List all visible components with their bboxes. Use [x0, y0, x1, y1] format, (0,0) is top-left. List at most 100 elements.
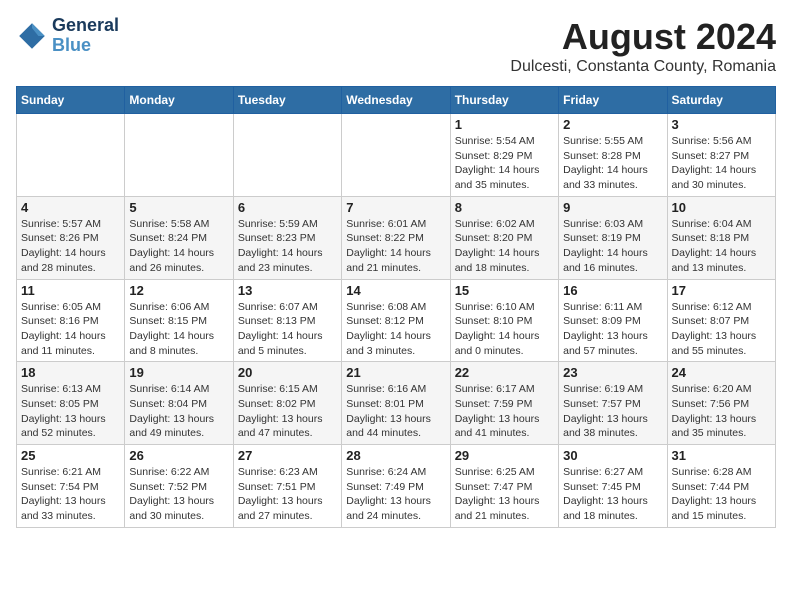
weekday-header-friday: Friday — [559, 87, 667, 114]
calendar-cell: 27 Sunrise: 6:23 AM Sunset: 7:51 PM Dayli… — [233, 445, 341, 528]
calendar-cell: 14 Sunrise: 6:08 AM Sunset: 8:12 PM Dayli… — [342, 279, 450, 362]
day-info: Sunrise: 6:06 AM Sunset: 8:15 PM Dayligh… — [129, 300, 228, 359]
calendar-cell: 7Sunrise: 6:01 AM Sunset: 8:22 PM Daylig… — [342, 196, 450, 279]
calendar-body: 1Sunrise: 5:54 AM Sunset: 8:29 PM Daylig… — [17, 114, 776, 528]
day-info: Sunrise: 5:57 AM Sunset: 8:26 PM Dayligh… — [21, 217, 120, 276]
calendar-cell: 21Sunrise: 6:16 AM Sunset: 8:01 PM Dayli… — [342, 362, 450, 445]
week-row-1: 1Sunrise: 5:54 AM Sunset: 8:29 PM Daylig… — [17, 114, 776, 197]
day-info: Sunrise: 6:08 AM Sunset: 8:12 PM Dayligh… — [346, 300, 445, 359]
day-info: Sunrise: 6:02 AM Sunset: 8:20 PM Dayligh… — [455, 217, 554, 276]
calendar-cell: 13Sunrise: 6:07 AM Sunset: 8:13 PM Dayli… — [233, 279, 341, 362]
calendar-cell: 16 Sunrise: 6:11 AM Sunset: 8:09 PM Dayli… — [559, 279, 667, 362]
logo-text: General Blue — [52, 16, 119, 56]
day-number: 27 — [238, 448, 337, 463]
day-number: 11 — [21, 283, 120, 298]
week-row-4: 18 Sunrise: 6:13 AM Sunset: 8:05 PM Dayli… — [17, 362, 776, 445]
day-info: Sunrise: 6:13 AM Sunset: 8:05 PM Dayligh… — [21, 382, 120, 441]
day-info: Sunrise: 6:04 AM Sunset: 8:18 PM Dayligh… — [672, 217, 771, 276]
day-info: Sunrise: 6:28 AM Sunset: 7:44 PM Dayligh… — [672, 465, 771, 524]
day-number: 24 — [672, 365, 771, 380]
calendar-cell: 10 Sunrise: 6:04 AM Sunset: 8:18 PM Dayli… — [667, 196, 775, 279]
day-info: Sunrise: 6:12 AM Sunset: 8:07 PM Dayligh… — [672, 300, 771, 359]
day-info: Sunrise: 6:15 AM Sunset: 8:02 PM Dayligh… — [238, 382, 337, 441]
day-info: Sunrise: 6:10 AM Sunset: 8:10 PM Dayligh… — [455, 300, 554, 359]
calendar-cell: 31 Sunrise: 6:28 AM Sunset: 7:44 PM Dayli… — [667, 445, 775, 528]
day-number: 18 — [21, 365, 120, 380]
calendar-cell: 5Sunrise: 5:58 AM Sunset: 8:24 PM Daylig… — [125, 196, 233, 279]
calendar-cell: 18 Sunrise: 6:13 AM Sunset: 8:05 PM Dayli… — [17, 362, 125, 445]
calendar-cell: 29 Sunrise: 6:25 AM Sunset: 7:47 PM Dayli… — [450, 445, 558, 528]
day-info: Sunrise: 5:56 AM Sunset: 8:27 PM Dayligh… — [672, 134, 771, 193]
day-info: Sunrise: 6:17 AM Sunset: 7:59 PM Dayligh… — [455, 382, 554, 441]
day-number: 28 — [346, 448, 445, 463]
calendar-cell: 23 Sunrise: 6:19 AM Sunset: 7:57 PM Dayli… — [559, 362, 667, 445]
day-info: Sunrise: 6:03 AM Sunset: 8:19 PM Dayligh… — [563, 217, 662, 276]
day-number: 23 — [563, 365, 662, 380]
day-info: Sunrise: 6:05 AM Sunset: 8:16 PM Dayligh… — [21, 300, 120, 359]
subtitle: Dulcesti, Constanta County, Romania — [510, 58, 776, 76]
day-number: 29 — [455, 448, 554, 463]
week-row-2: 4 Sunrise: 5:57 AM Sunset: 8:26 PM Daylig… — [17, 196, 776, 279]
weekday-header-sunday: Sunday — [17, 87, 125, 114]
day-number: 16 — [563, 283, 662, 298]
day-info: Sunrise: 6:25 AM Sunset: 7:47 PM Dayligh… — [455, 465, 554, 524]
day-number: 4 — [21, 200, 120, 215]
day-info: Sunrise: 6:01 AM Sunset: 8:22 PM Dayligh… — [346, 217, 445, 276]
day-number: 19 — [129, 365, 228, 380]
day-info: Sunrise: 5:54 AM Sunset: 8:29 PM Dayligh… — [455, 134, 554, 193]
calendar-cell: 20Sunrise: 6:15 AM Sunset: 8:02 PM Dayli… — [233, 362, 341, 445]
calendar-cell: 17 Sunrise: 6:12 AM Sunset: 8:07 PM Dayli… — [667, 279, 775, 362]
day-info: Sunrise: 6:23 AM Sunset: 7:51 PM Dayligh… — [238, 465, 337, 524]
calendar-cell — [125, 114, 233, 197]
week-row-5: 25Sunrise: 6:21 AM Sunset: 7:54 PM Dayli… — [17, 445, 776, 528]
calendar-cell: 26 Sunrise: 6:22 AM Sunset: 7:52 PM Dayli… — [125, 445, 233, 528]
day-number: 5 — [129, 200, 228, 215]
calendar-cell: 2 Sunrise: 5:55 AM Sunset: 8:28 PM Daylig… — [559, 114, 667, 197]
logo: General Blue — [16, 16, 119, 56]
calendar-cell: 6 Sunrise: 5:59 AM Sunset: 8:23 PM Daylig… — [233, 196, 341, 279]
weekday-header-saturday: Saturday — [667, 87, 775, 114]
day-info: Sunrise: 6:27 AM Sunset: 7:45 PM Dayligh… — [563, 465, 662, 524]
day-number: 31 — [672, 448, 771, 463]
day-number: 26 — [129, 448, 228, 463]
weekday-header-monday: Monday — [125, 87, 233, 114]
day-number: 10 — [672, 200, 771, 215]
calendar-cell: 9 Sunrise: 6:03 AM Sunset: 8:19 PM Daylig… — [559, 196, 667, 279]
day-number: 30 — [563, 448, 662, 463]
weekday-header-wednesday: Wednesday — [342, 87, 450, 114]
day-number: 2 — [563, 117, 662, 132]
day-number: 9 — [563, 200, 662, 215]
day-number: 13 — [238, 283, 337, 298]
weekday-header-thursday: Thursday — [450, 87, 558, 114]
day-number: 22 — [455, 365, 554, 380]
calendar-cell: 8 Sunrise: 6:02 AM Sunset: 8:20 PM Daylig… — [450, 196, 558, 279]
day-info: Sunrise: 6:19 AM Sunset: 7:57 PM Dayligh… — [563, 382, 662, 441]
calendar-cell — [17, 114, 125, 197]
day-info: Sunrise: 6:14 AM Sunset: 8:04 PM Dayligh… — [129, 382, 228, 441]
title-area: August 2024 Dulcesti, Constanta County, … — [510, 16, 776, 76]
day-info: Sunrise: 6:24 AM Sunset: 7:49 PM Dayligh… — [346, 465, 445, 524]
calendar-table: SundayMondayTuesdayWednesdayThursdayFrid… — [16, 86, 776, 528]
day-number: 3 — [672, 117, 771, 132]
day-info: Sunrise: 6:20 AM Sunset: 7:56 PM Dayligh… — [672, 382, 771, 441]
weekday-header-row: SundayMondayTuesdayWednesdayThursdayFrid… — [17, 87, 776, 114]
calendar-cell: 3 Sunrise: 5:56 AM Sunset: 8:27 PM Daylig… — [667, 114, 775, 197]
day-number: 17 — [672, 283, 771, 298]
calendar-cell: 12Sunrise: 6:06 AM Sunset: 8:15 PM Dayli… — [125, 279, 233, 362]
header: General Blue August 2024 Dulcesti, Const… — [16, 16, 776, 76]
day-number: 21 — [346, 365, 445, 380]
calendar-cell: 1Sunrise: 5:54 AM Sunset: 8:29 PM Daylig… — [450, 114, 558, 197]
day-info: Sunrise: 5:55 AM Sunset: 8:28 PM Dayligh… — [563, 134, 662, 193]
day-info: Sunrise: 6:22 AM Sunset: 7:52 PM Dayligh… — [129, 465, 228, 524]
calendar-cell — [342, 114, 450, 197]
day-info: Sunrise: 5:59 AM Sunset: 8:23 PM Dayligh… — [238, 217, 337, 276]
day-number: 8 — [455, 200, 554, 215]
day-info: Sunrise: 6:21 AM Sunset: 7:54 PM Dayligh… — [21, 465, 120, 524]
day-number: 14 — [346, 283, 445, 298]
day-info: Sunrise: 6:11 AM Sunset: 8:09 PM Dayligh… — [563, 300, 662, 359]
calendar-cell: 22 Sunrise: 6:17 AM Sunset: 7:59 PM Dayli… — [450, 362, 558, 445]
week-row-3: 11 Sunrise: 6:05 AM Sunset: 8:16 PM Dayli… — [17, 279, 776, 362]
calendar-cell: 25Sunrise: 6:21 AM Sunset: 7:54 PM Dayli… — [17, 445, 125, 528]
day-number: 15 — [455, 283, 554, 298]
day-number: 6 — [238, 200, 337, 215]
